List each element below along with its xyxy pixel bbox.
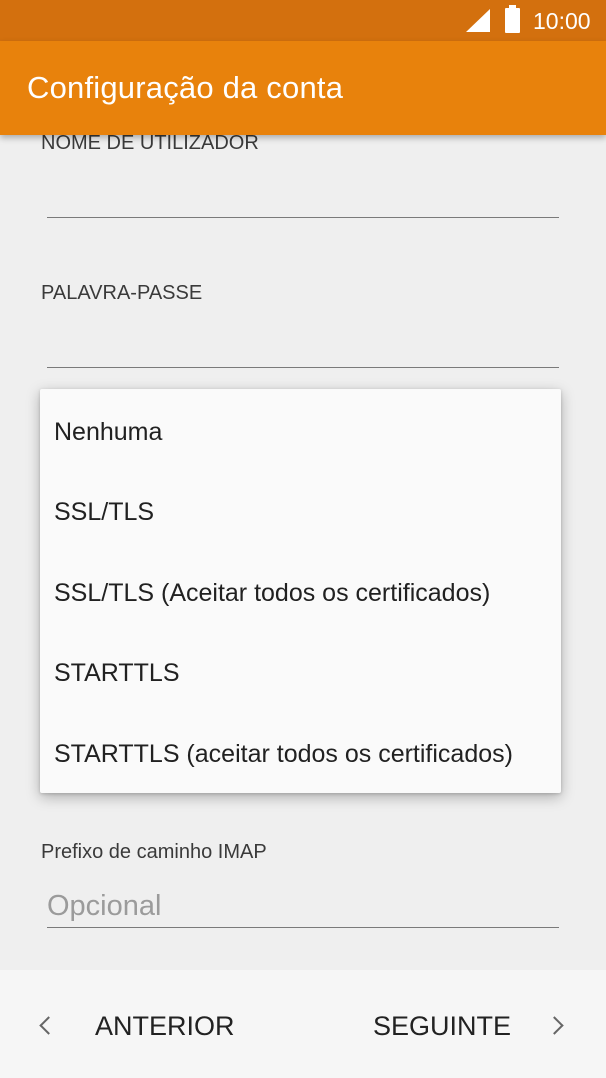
- menu-item-ssl-tls-accept-all[interactable]: SSL/TLS (Aceitar todos os certificados): [40, 552, 561, 632]
- menu-item-label: Nenhuma: [54, 418, 163, 446]
- password-underline: [47, 367, 559, 368]
- imap-prefix-field[interactable]: [47, 886, 559, 926]
- status-bar: 10:00: [0, 0, 606, 41]
- menu-item-label: STARTTLS (aceitar todos os certificados): [54, 740, 513, 768]
- menu-item-starttls-accept-all[interactable]: STARTTLS (aceitar todos os certificados): [40, 713, 561, 793]
- menu-item-label: STARTTLS: [54, 659, 180, 687]
- password-label: PALAVRA-PASSE: [41, 282, 203, 304]
- app-bar: Configuração da conta: [0, 41, 606, 135]
- menu-item-label: SSL/TLS: [54, 498, 155, 526]
- chevron-right-icon: [545, 1016, 564, 1035]
- signal-icon: [466, 9, 490, 32]
- page-title: Configuração da conta: [27, 70, 344, 105]
- menu-item-nenhuma[interactable]: Nenhuma: [40, 391, 561, 471]
- username-field[interactable]: [47, 177, 559, 217]
- menu-item-label: SSL/TLS (Aceitar todos os certificados): [54, 579, 491, 607]
- menu-item-ssl-tls[interactable]: SSL/TLS: [40, 471, 561, 551]
- bottom-navigation-bar: ANTERIOR SEGUINTE: [0, 970, 606, 1078]
- next-button[interactable]: SEGUINTE: [346, 970, 606, 1078]
- previous-button[interactable]: ANTERIOR: [0, 970, 260, 1078]
- chevron-left-icon: [39, 1016, 58, 1035]
- security-type-menu: Nenhuma SSL/TLS SSL/TLS (Aceitar todos o…: [40, 389, 561, 793]
- username-underline: [47, 217, 559, 218]
- password-field[interactable]: [47, 327, 559, 367]
- status-time: 10:00: [533, 8, 591, 34]
- battery-icon: [505, 5, 520, 33]
- imap-prefix-underline: [47, 927, 559, 928]
- next-label: SEGUINTE: [373, 1011, 512, 1041]
- imap-prefix-label: Prefixo de caminho IMAP: [41, 841, 267, 863]
- previous-label: ANTERIOR: [95, 1011, 235, 1041]
- menu-item-starttls[interactable]: STARTTLS: [40, 632, 561, 712]
